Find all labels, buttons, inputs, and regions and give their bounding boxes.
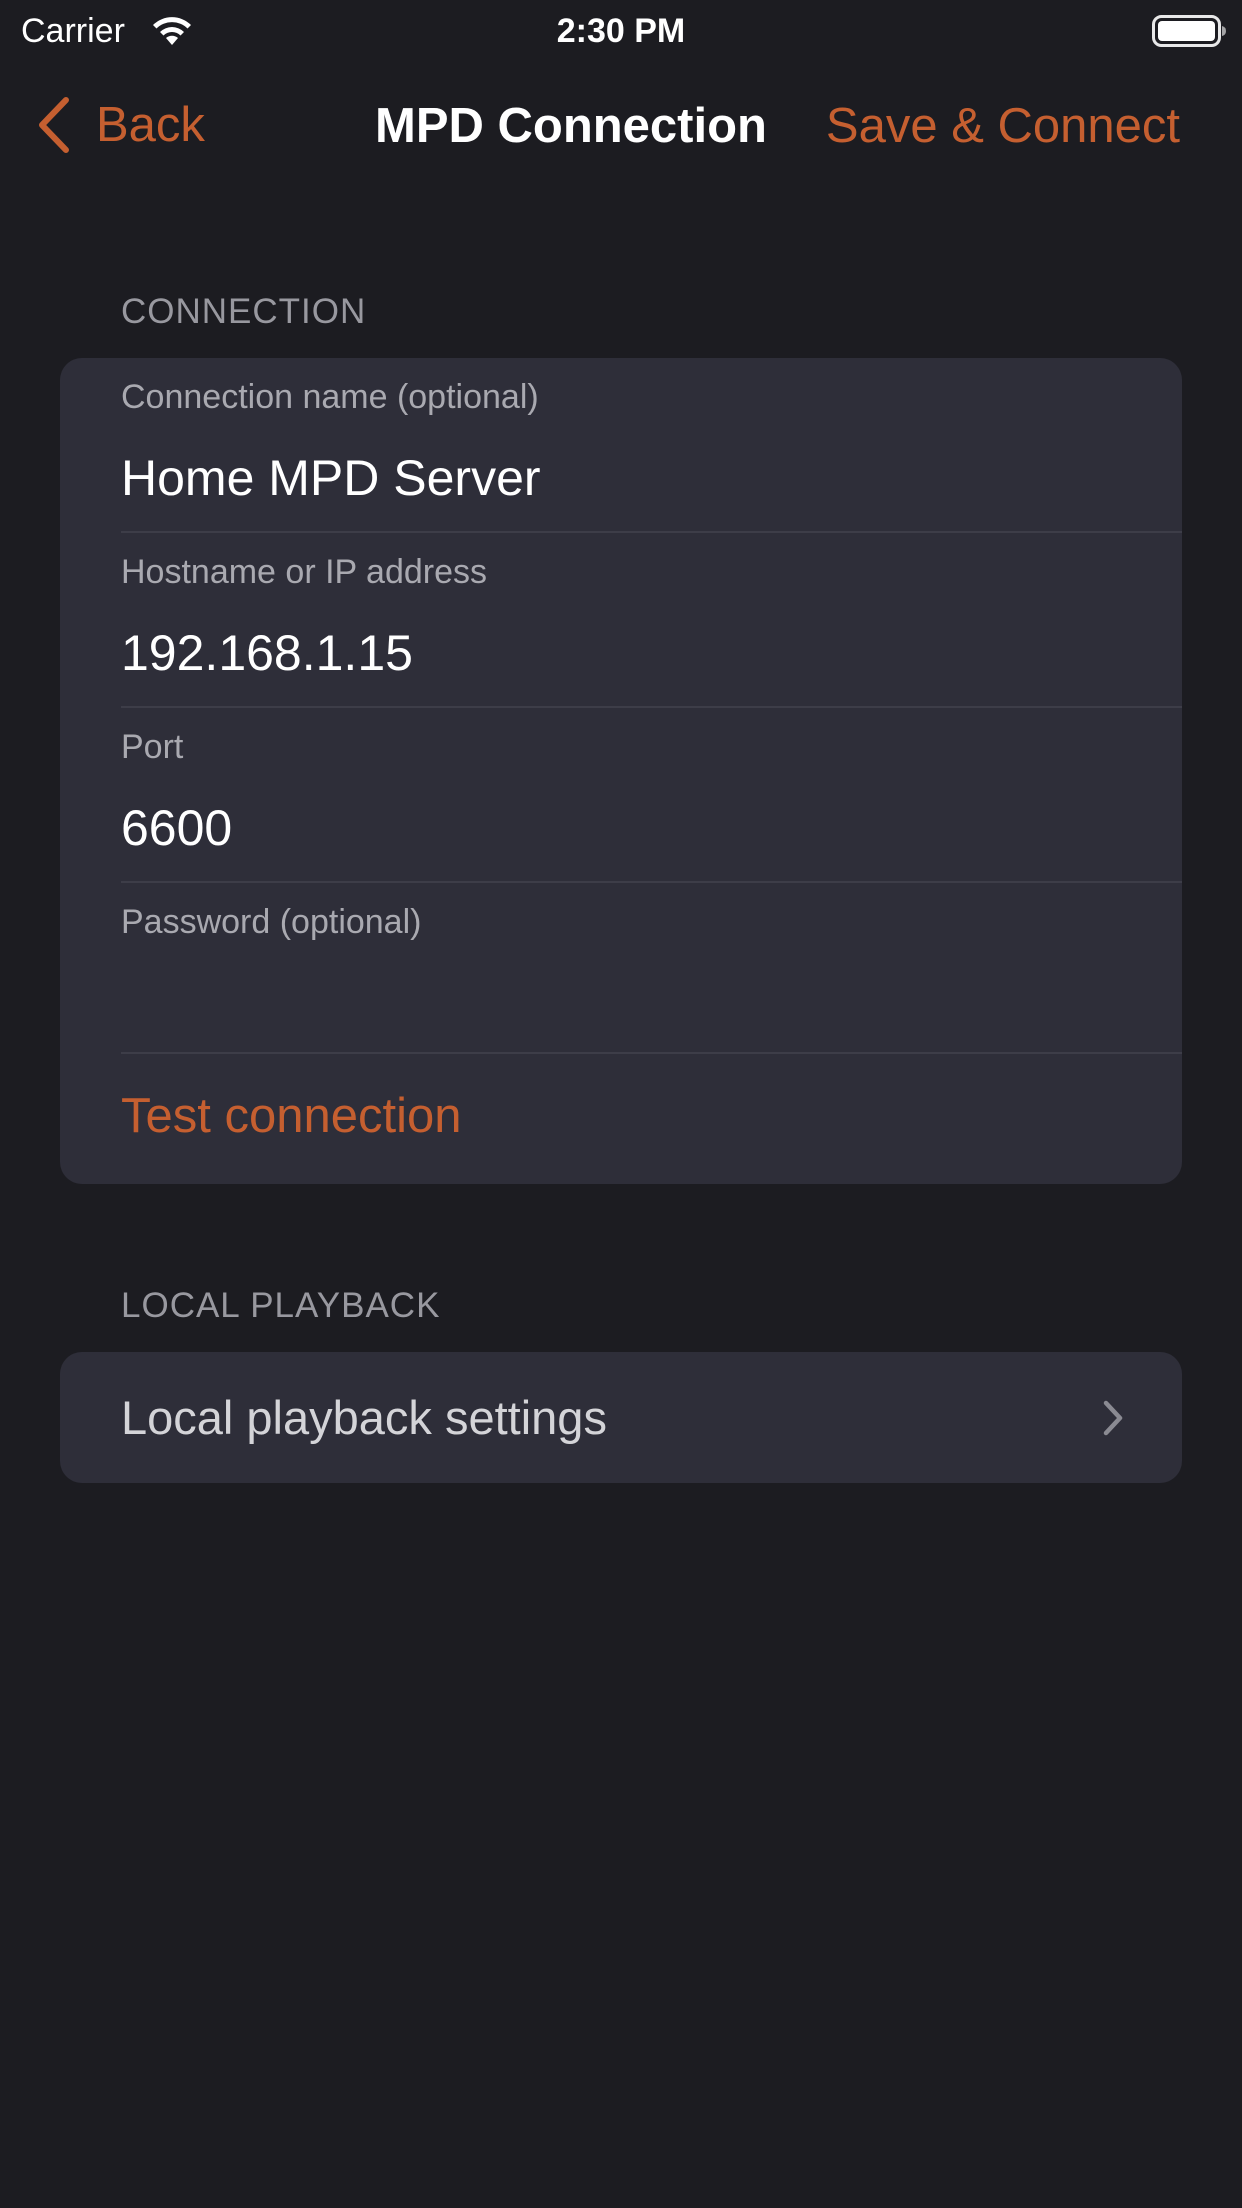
back-label: Back [96,98,205,152]
status-bar: Carrier 2:30 PM [0,0,1242,60]
chevron-right-icon [1103,1400,1123,1436]
page-title: MPD Connection [375,99,767,153]
port-label: Port [121,728,184,766]
chevron-left-icon [39,97,69,153]
local-playback-section-header: LOCAL PLAYBACK [121,1286,441,1325]
connection-name-input[interactable]: Home MPD Server [121,449,1121,507]
hostname-input[interactable]: 192.168.1.15 [121,624,1121,682]
connection-section-header: CONNECTION [121,292,367,331]
password-field[interactable]: Password (optional) [121,883,1182,1054]
navigation-bar: Back MPD Connection Save & Connect [0,80,1242,170]
port-field[interactable]: Port 6600 [121,708,1182,883]
port-input[interactable]: 6600 [121,799,1121,857]
save-connect-button[interactable]: Save & Connect [826,98,1180,154]
connection-name-field[interactable]: Connection name (optional) Home MPD Serv… [121,358,1182,533]
connection-name-label: Connection name (optional) [121,378,539,416]
local-playback-settings-row[interactable]: Local playback settings [60,1352,1182,1483]
battery-icon [1152,15,1226,47]
local-playback-settings-label: Local playback settings [121,1391,607,1444]
back-button[interactable]: Back [36,94,205,156]
hostname-field[interactable]: Hostname or IP address 192.168.1.15 [121,533,1182,708]
hostname-label: Hostname or IP address [121,553,487,591]
connection-group: Connection name (optional) Home MPD Serv… [60,358,1182,1184]
local-playback-group: Local playback settings [60,1352,1182,1483]
status-time: 2:30 PM [556,12,686,50]
test-connection-button[interactable]: Test connection [121,1088,462,1144]
password-label: Password (optional) [121,903,422,941]
